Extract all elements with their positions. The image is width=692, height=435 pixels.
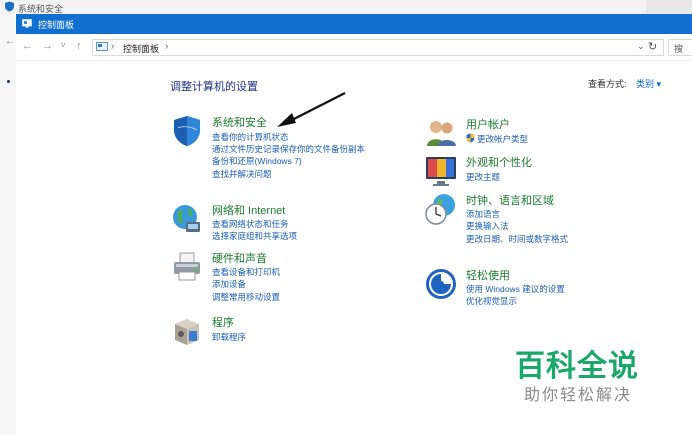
window-title: 控制面板 xyxy=(38,20,75,30)
up-button[interactable]: ↑ xyxy=(76,40,82,52)
category-title[interactable]: 网络和 Internet xyxy=(212,202,285,218)
address-dropdown-button[interactable]: ⌄ xyxy=(637,41,645,52)
category-link[interactable]: 更改日期、时间或数字格式 xyxy=(466,233,568,245)
clock-globe-icon[interactable] xyxy=(424,192,458,226)
breadcrumb-control-panel[interactable]: 控制面板 xyxy=(123,42,159,55)
category-title[interactable]: 外观和个性化 xyxy=(466,154,532,170)
user-accounts-icon[interactable] xyxy=(424,116,458,150)
category-link[interactable]: 添加语言 xyxy=(466,208,500,220)
breadcrumb-separator: › xyxy=(111,41,115,52)
annotation-arrow-icon xyxy=(277,92,346,127)
view-by-label: 查看方式: xyxy=(588,79,627,89)
category-title[interactable]: 用户帐户 xyxy=(466,116,510,132)
background-window-area xyxy=(646,0,692,14)
navigation-bar: ← → ˅ ↑ › 控制面板 › ⌄ ↻ 搜 xyxy=(16,34,692,61)
uac-shield-icon xyxy=(466,133,475,143)
background-bullet xyxy=(7,80,10,83)
back-button[interactable]: ← xyxy=(22,40,33,52)
search-placeholder: 搜 xyxy=(674,44,684,54)
category-link[interactable]: 通过文件历史记录保存你的文件备份副本 xyxy=(212,143,365,155)
category-link[interactable]: 查看网络状态和任务 xyxy=(212,218,289,230)
ease-of-access-icon[interactable] xyxy=(424,267,458,301)
category-title[interactable]: 时钟、语言和区域 xyxy=(466,192,554,208)
category-link[interactable]: 添加设备 xyxy=(212,278,246,290)
category-link[interactable]: 更换输入法 xyxy=(466,220,509,232)
title-bar[interactable]: 控制面板 xyxy=(16,14,692,34)
category-link[interactable]: 优化视觉显示 xyxy=(466,295,517,307)
appearance-monitor-icon[interactable] xyxy=(424,154,458,188)
refresh-button[interactable]: ↻ xyxy=(648,40,657,53)
shield-icon xyxy=(5,1,14,12)
page-heading: 调整计算机的设置 xyxy=(170,81,258,93)
network-globe-icon[interactable] xyxy=(170,202,204,236)
search-box[interactable]: 搜 xyxy=(668,39,692,56)
category-link[interactable]: 查看设备和打印机 xyxy=(212,266,280,278)
category-link[interactable]: 查看你的计算机状态 xyxy=(212,131,289,143)
category-link[interactable]: 使用 Windows 建议的设置 xyxy=(466,283,565,295)
category-title[interactable]: 硬件和声音 xyxy=(212,250,267,266)
control-panel-icon xyxy=(22,19,32,28)
programs-box-icon[interactable] xyxy=(170,314,204,348)
category-link[interactable]: 备份和还原(Windows 7) xyxy=(212,155,302,167)
main-content: 调整计算机的设置 查看方式: 类别 ▾ 系统和安全 查看你的计算机状态 通过文件… xyxy=(16,61,692,435)
watermark-slogan: 助你轻松解决 xyxy=(524,387,633,404)
category-title[interactable]: 轻松使用 xyxy=(466,267,510,283)
background-back-icon: ← xyxy=(5,36,15,47)
category-link[interactable]: 更改主题 xyxy=(466,171,500,183)
control-panel-window: 控制面板 ← → ˅ ↑ › 控制面板 › ⌄ ↻ 搜 调整计算机的设置 查看方… xyxy=(16,14,692,435)
category-link[interactable]: 卸载程序 xyxy=(212,331,246,343)
control-panel-folder-icon xyxy=(96,42,108,51)
category-title[interactable]: 程序 xyxy=(212,314,234,330)
category-link[interactable]: 调整常用移动设置 xyxy=(212,291,280,303)
watermark-brand: 百科全说 xyxy=(515,350,639,383)
printer-icon[interactable] xyxy=(170,250,204,284)
background-window-bar: 系统和安全 xyxy=(0,0,692,14)
category-link[interactable]: 更改帐户类型 xyxy=(477,133,528,145)
address-field[interactable]: › 控制面板 › ⌄ xyxy=(92,39,664,56)
category-title[interactable]: 系统和安全 xyxy=(212,114,267,130)
security-shield-icon[interactable] xyxy=(170,114,204,148)
breadcrumb-separator[interactable]: › xyxy=(165,41,168,52)
view-by-dropdown[interactable]: 类别 ▾ xyxy=(636,77,661,90)
category-link[interactable]: 选择家庭组和共享选项 xyxy=(212,230,297,242)
background-side-panel: ← xyxy=(0,14,17,435)
category-link[interactable]: 查找并解决问题 xyxy=(212,168,272,180)
forward-button[interactable]: → xyxy=(42,40,53,52)
recent-locations-button[interactable]: ˅ xyxy=(61,40,66,52)
